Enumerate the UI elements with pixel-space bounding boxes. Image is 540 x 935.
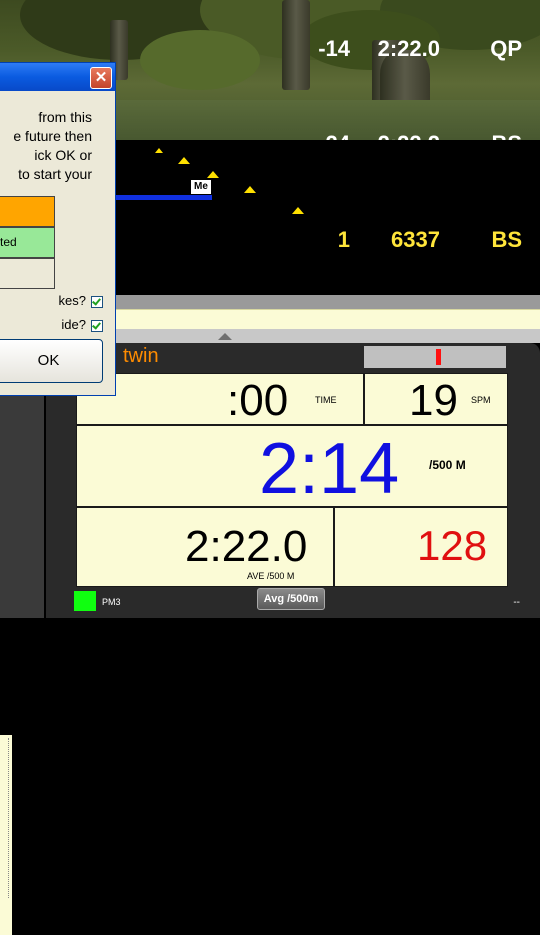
time-value: :00 [227, 376, 289, 425]
left-list [0, 735, 12, 935]
boat-marker [155, 148, 163, 153]
split-unit: /500 M [429, 458, 466, 472]
average-unit: AVE /500 M [247, 571, 295, 581]
monitor-title: twin [123, 345, 159, 367]
pm3-monitor: twin :00 TIME 19 SPM 2:14 /500 M 2:22.0 … [46, 343, 540, 618]
option-orange[interactable] [0, 196, 55, 227]
time-unit: TIME [315, 395, 337, 405]
score-place: 1 [337, 227, 350, 252]
time-cell: :00 TIME [76, 373, 364, 425]
option-selected[interactable]: ted [0, 227, 55, 258]
dialog-window: ✕ from this e future then ick OK or to s… [0, 62, 116, 396]
spm-cell: 19 SPM [364, 373, 508, 425]
option-plain[interactable] [0, 258, 55, 289]
checkbox-hide[interactable]: ide? [61, 317, 103, 332]
ok-button[interactable]: OK [0, 339, 103, 383]
average-cell: 2:22.0 AVE /500 M [76, 507, 334, 587]
checkbox-icon[interactable] [91, 319, 103, 332]
score-distance: 6337 [391, 227, 440, 252]
boat-marker [244, 186, 256, 193]
close-icon[interactable]: ✕ [90, 67, 112, 89]
status-dash: -- [513, 597, 520, 608]
my-progress-line [110, 195, 212, 200]
pm-label: PM3 [102, 597, 121, 607]
boat-marker [207, 171, 219, 178]
boat-marker [178, 157, 190, 164]
spm-value: 19 [409, 376, 458, 425]
score-tag: BS [491, 227, 522, 252]
heart-rate-cell: 128 [334, 507, 508, 587]
checkbox-icon[interactable] [91, 295, 103, 308]
spm-unit: SPM [471, 395, 491, 405]
split-cell: 2:14 /500 M [76, 425, 508, 509]
collapse-arrow-icon[interactable] [218, 333, 232, 340]
score-pace: 2:22.0 [377, 36, 440, 61]
heart-rate-value: 128 [417, 522, 488, 569]
split-value: 2:14 [259, 429, 400, 509]
heart-rate-indicator [436, 349, 441, 365]
pm-status-indicator [74, 591, 96, 611]
score-diff: -14 [318, 36, 350, 61]
score-tag: QP [490, 36, 522, 61]
boat-marker [292, 207, 304, 214]
avg-pace-button[interactable]: Avg /500m [257, 588, 325, 610]
average-value: 2:22.0 [185, 522, 308, 571]
checkbox-strokes[interactable]: kes? [59, 293, 103, 308]
list-scrollbar[interactable] [8, 738, 10, 898]
heart-rate-gauge [364, 346, 506, 368]
dialog-message: from this e future then ick OK or to sta… [13, 109, 92, 182]
me-label: Me [191, 180, 211, 194]
